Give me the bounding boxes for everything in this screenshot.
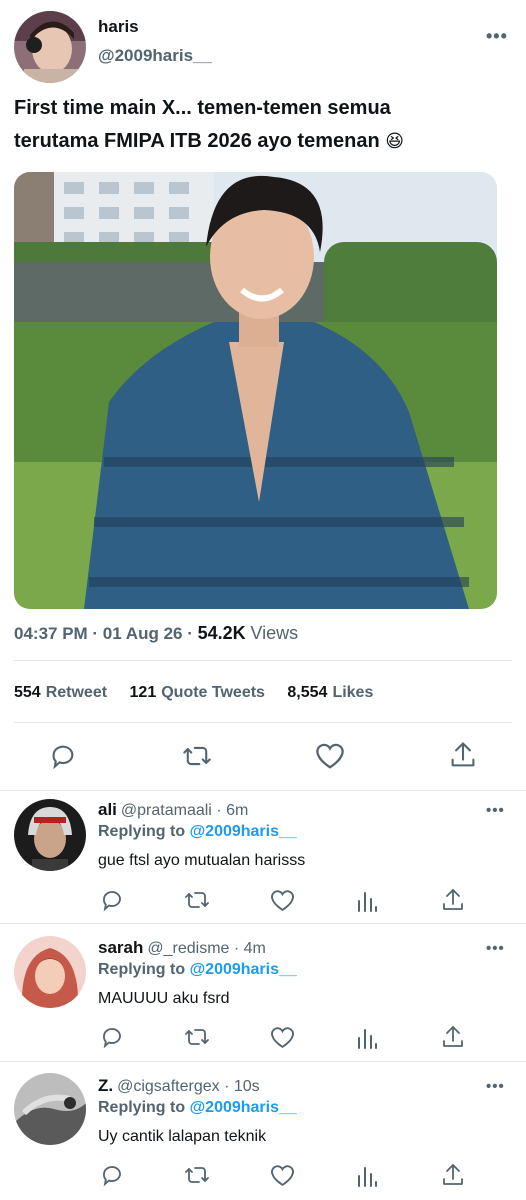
retweets-stat[interactable]: 554 Retweet [14,684,107,701]
reply-time: · 6m [216,802,249,819]
replying-prefix: Replying to [98,823,186,840]
more-icon[interactable]: ••• [486,1078,505,1095]
share-icon[interactable] [441,887,465,913]
divider [14,660,512,661]
likes-count: 8,554 [287,684,328,701]
analytics-icon[interactable] [356,1026,378,1050]
retweet-icon[interactable] [184,1163,210,1187]
tweet-time[interactable]: 04:37 PM · 01 Aug 26 · [14,624,193,643]
reply-avatar-image [14,799,86,871]
more-icon[interactable]: ••• [486,802,505,819]
share-icon[interactable] [441,1162,465,1188]
reply-icon[interactable] [100,888,124,912]
like-icon[interactable] [270,889,295,912]
emoji: 😆 [385,131,404,151]
tweet-text-line-2-text: terutama FMIPA ITB 2026 ayo temenan [14,130,380,152]
tweet-text: First time main X... temen-temen semua t… [14,92,514,158]
likes-label: Likes [332,684,374,701]
reply-avatar-image [14,936,86,1008]
reply-avatar[interactable] [14,799,86,871]
reply-header: sarah @_redisme · 4m [98,938,266,958]
reply-icon[interactable] [100,1163,124,1187]
tweet-meta: 04:37 PM · 01 Aug 26 · 54.2K Views [14,623,298,644]
reply-text: gue ftsl ayo mutualan harisss [98,852,306,869]
more-icon[interactable]: ••• [486,940,505,957]
tweet-photo-image [14,172,497,609]
replying-prefix: Replying to [98,1099,186,1116]
analytics-icon[interactable] [356,889,378,913]
reply-header: Z. @cigsaftergex · 10s [98,1076,260,1096]
reply-text: MAUUUU aku fsrd [98,990,230,1007]
retweets-count: 554 [14,684,41,701]
views-count: 54.2K [197,623,246,643]
reply-avatar-image [14,1073,86,1145]
like-icon[interactable] [315,742,345,770]
views-label: Views [250,623,299,643]
retweet-icon[interactable] [184,888,210,912]
reply-handle[interactable]: @cigsaftergex [117,1078,220,1095]
tweet-stats: 554 Retweet 121 Quote Tweets 8,554 Likes [14,684,391,702]
replying-to-handle[interactable]: @2009haris__ [190,961,297,978]
quotes-count: 121 [129,684,157,701]
reply-time: · 4m [233,940,266,957]
replying-prefix: Replying to [98,961,186,978]
reply-header: ali @pratamaali · 6m [98,800,248,820]
share-icon[interactable] [449,740,477,770]
tweet-text-line-2: terutama FMIPA ITB 2026 ayo temenan 😆 [14,125,514,158]
more-icon[interactable]: ••• [486,26,508,47]
share-icon[interactable] [441,1024,465,1050]
reply-name[interactable]: Z. [98,1076,113,1095]
reply-icon[interactable] [49,742,77,770]
divider [0,1061,526,1062]
like-icon[interactable] [270,1164,295,1187]
divider [0,923,526,924]
replying-to: Replying to @2009haris__ [98,823,297,841]
reply-avatar[interactable] [14,1073,86,1145]
author-avatar[interactable] [14,11,86,83]
reply-icon[interactable] [100,1025,124,1049]
reply-avatar[interactable] [14,936,86,1008]
author-avatar-image [14,11,86,83]
tweet-photo[interactable] [14,172,497,609]
quotes-stat[interactable]: 121 Quote Tweets [130,684,265,701]
replying-to: Replying to @2009haris__ [98,961,297,979]
replying-to-handle[interactable]: @2009haris__ [190,823,297,840]
reply-handle[interactable]: @_redisme [147,940,229,957]
tweet-text-line-1: First time main X... temen-temen semua [14,97,391,119]
replying-to: Replying to @2009haris__ [98,1099,297,1117]
retweets-label: Retweet [45,684,108,701]
author-handle[interactable]: @2009haris__ [98,46,212,66]
analytics-icon[interactable] [356,1164,378,1188]
reply-handle[interactable]: @pratamaali [121,802,212,819]
divider [14,722,512,723]
divider [0,790,526,791]
author-name[interactable]: haris [98,17,139,37]
reply-name[interactable]: sarah [98,938,143,957]
reply-name[interactable]: ali [98,800,117,819]
like-icon[interactable] [270,1026,295,1049]
replying-to-handle[interactable]: @2009haris__ [190,1099,297,1116]
reply-time: · 10s [224,1078,260,1095]
retweet-icon[interactable] [184,1025,210,1049]
likes-stat[interactable]: 8,554 Likes [287,684,373,701]
quotes-label: Quote Tweets [161,684,265,701]
reply-text: Uy cantik lalapan teknik [98,1128,267,1145]
retweet-icon[interactable] [182,742,212,770]
